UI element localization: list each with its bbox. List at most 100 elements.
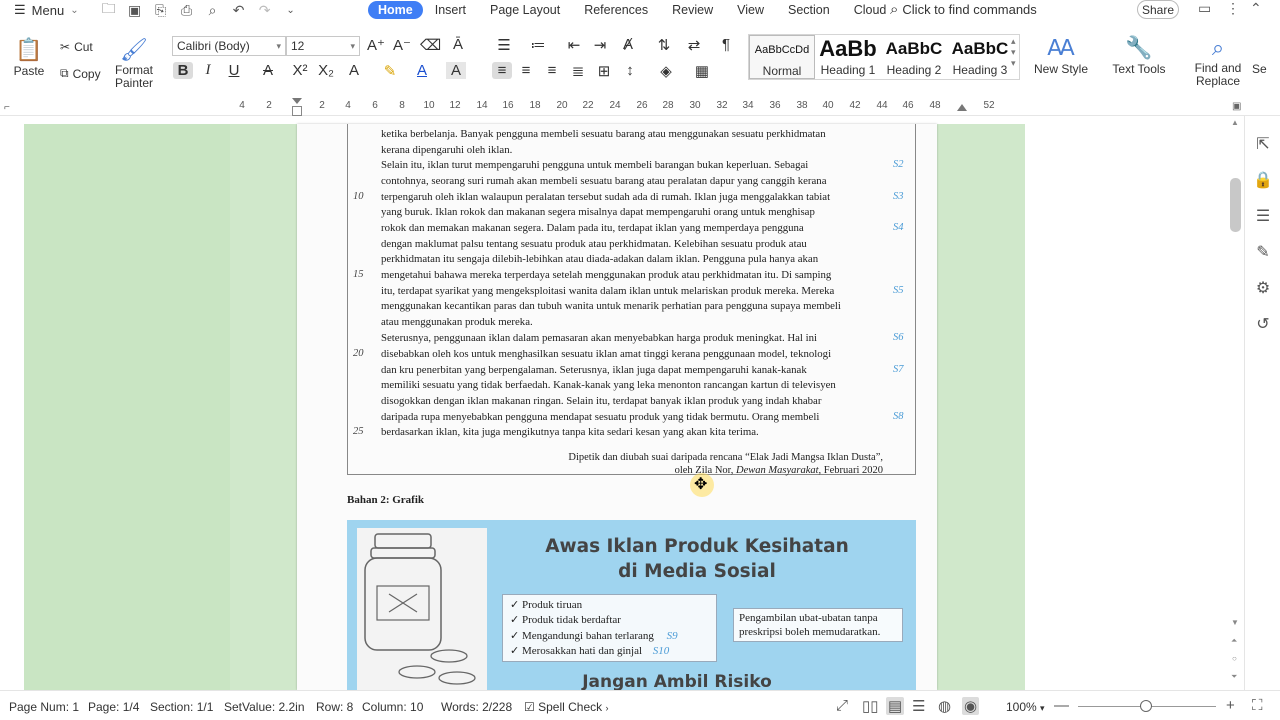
select-button[interactable]: Se [1252,62,1280,76]
distributed-icon[interactable]: ⊞ [594,62,614,80]
next-page-icon[interactable]: ⏷ [1231,672,1237,682]
fullscreen-icon[interactable]: ⤢ [836,697,848,714]
history-icon[interactable]: ↺ [1253,314,1273,334]
previous-page-icon[interactable]: ⏶ [1231,636,1237,646]
spell-check-button[interactable]: ☑ Spell Check › [524,700,608,714]
zoom-level[interactable]: 100% ▾ [1006,700,1045,714]
align-center-icon[interactable]: ≡ [516,62,536,79]
highlight-icon[interactable]: ✎ [380,62,400,80]
decrease-indent-icon[interactable]: ⇤ [564,36,584,54]
format-painter-button[interactable]: 🖌 Format Painter [112,36,156,90]
new-style-button[interactable]: Ꜳ New Style [1028,34,1094,76]
eye-protection-icon[interactable]: ◉ [962,697,980,715]
style-heading-1[interactable]: AaBb Heading 1 [815,35,881,79]
page-view-icon[interactable]: ▤ [886,697,905,715]
font-name-select[interactable]: Calibri (Body) ▾ [172,36,286,56]
bold-icon[interactable]: B [173,62,193,79]
tab-page-layout[interactable]: Page Layout [478,1,572,19]
right-indent-handle[interactable] [957,104,967,111]
font-color-icon[interactable]: A [412,62,432,79]
lock-icon[interactable]: 🔒 [1253,170,1273,190]
superscript-icon[interactable]: X² [290,62,310,79]
page-status[interactable]: Page: 1/4 [88,700,139,714]
document-page[interactable]: ketika berbelanja. Banyak pengguna membe… [297,124,937,690]
pen-icon[interactable]: ✎ [1253,242,1273,262]
comment-icon[interactable]: ▭ [1198,0,1211,17]
style-normal[interactable]: AaBbCcDd Normal [749,35,815,79]
phonetic-guide-icon[interactable]: Ā [448,36,468,53]
word-count-status[interactable]: Words: 2/228 [441,700,512,714]
shading-icon[interactable]: ◈ [656,62,676,80]
vertical-scrollbar[interactable]: ▲ ▼ ⏶ ○ ⏷ [1228,116,1244,690]
subscript-icon[interactable]: X₂ [316,62,336,79]
save-icon[interactable]: ▣ [127,2,143,19]
collapse-ribbon-icon[interactable]: ⌃ [1250,0,1262,17]
reading-mode-icon[interactable]: ▯▯ [862,697,879,715]
sort-icon[interactable]: ⇅ [654,36,674,54]
section-status[interactable]: Section: 1/1 [150,700,213,714]
strikethrough-icon[interactable]: A [258,62,278,79]
scroll-up-icon[interactable]: ▲ [1231,118,1239,127]
more-options-icon[interactable]: ⋮ [1226,0,1240,17]
text-effect-icon[interactable]: A [344,62,364,79]
print-preview-icon[interactable]: ⌕ [205,2,221,19]
share-button[interactable]: Share [1137,0,1179,19]
customize-toolbar-icon[interactable]: ⌄ [283,5,299,16]
italic-icon[interactable]: I [198,62,218,79]
tab-review[interactable]: Review [660,1,725,19]
text-tools-button[interactable]: 🔧 Text Tools [1108,34,1170,76]
scrollbar-thumb[interactable] [1230,178,1241,232]
print-icon[interactable]: ⎙ [179,2,195,19]
horizontal-ruler[interactable]: ⌐ 4 2 2 4 6 8 10 12 14 16 18 20 22 24 26… [0,98,1280,116]
redo-icon[interactable]: ↷ [257,2,273,19]
zoom-in-icon[interactable]: + [1226,697,1235,714]
tab-view[interactable]: View [725,1,776,19]
tab-stop-selector-icon[interactable]: ⌐ [4,102,10,113]
setvalue-status[interactable]: SetValue: 2.2in [224,700,305,714]
tab-home[interactable]: Home [368,1,423,19]
chinese-layout-icon[interactable]: Ⱥ [618,36,638,53]
numbering-icon[interactable]: ≔ [528,36,548,54]
tab-section[interactable]: Section [776,1,842,19]
paste-button[interactable]: 📋 Paste [10,36,48,78]
select-pointer-icon[interactable]: ⇱ [1253,134,1273,154]
ruler-toggle-icon[interactable]: ▣ [1232,101,1241,112]
undo-icon[interactable]: ↶ [231,2,247,19]
style-heading-2[interactable]: AaBbC Heading 2 [881,35,947,79]
align-right-icon[interactable]: ≡ [542,62,562,79]
document-outline-icon[interactable]: ☰ [1253,206,1273,226]
column-status[interactable]: Column: 10 [362,700,423,714]
borders-icon[interactable]: ▦ [692,62,712,80]
zoom-slider-thumb[interactable] [1140,700,1152,712]
outline-view-icon[interactable]: ☰ [912,697,925,715]
tab-insert[interactable]: Insert [423,1,478,19]
scroll-down-icon[interactable]: ▼ [1231,618,1239,627]
web-layout-icon[interactable]: ◍ [938,697,951,715]
bullets-icon[interactable]: ☰ [494,36,514,54]
find-commands-search[interactable]: ⌕ Click to find commands [890,1,1037,18]
line-spacing-options-icon[interactable]: ⇄ [684,36,704,54]
clear-format-icon[interactable]: ⌫ [420,36,441,54]
document-workspace[interactable]: ketika berbelanja. Banyak pengguna membe… [0,116,1228,690]
zoom-out-icon[interactable]: — [1054,697,1069,714]
character-shading-icon[interactable]: A [446,62,466,79]
export-pdf-icon[interactable]: ⎘ [153,2,169,19]
grow-font-icon[interactable]: A⁺ [366,36,386,54]
shrink-font-icon[interactable]: A⁻ [392,36,412,54]
select-browse-object-icon[interactable]: ○ [1232,654,1237,663]
tab-references[interactable]: References [572,1,660,19]
left-indent-handle[interactable] [292,106,302,116]
increase-indent-icon[interactable]: ⇥ [590,36,610,54]
find-replace-button[interactable]: ⌕ Find and Replace [1190,34,1246,88]
align-left-icon[interactable]: ≡ [492,62,512,79]
page-num-status[interactable]: Page Num: 1 [9,700,79,714]
copy-button[interactable]: ⧉ Copy [60,66,101,81]
underline-icon[interactable]: U [224,62,244,79]
line-spacing-icon[interactable]: ↕ [620,62,640,79]
fit-window-icon[interactable]: ⛶ [1252,697,1263,714]
cut-button[interactable]: ✂ Cut [60,40,93,54]
show-hide-marks-icon[interactable]: ¶ [716,36,736,53]
first-line-indent-handle[interactable] [292,98,302,104]
settings-sliders-icon[interactable]: ⚙ [1253,278,1273,298]
main-menu-button[interactable]: ☰ Menu ⌄ [0,2,79,18]
